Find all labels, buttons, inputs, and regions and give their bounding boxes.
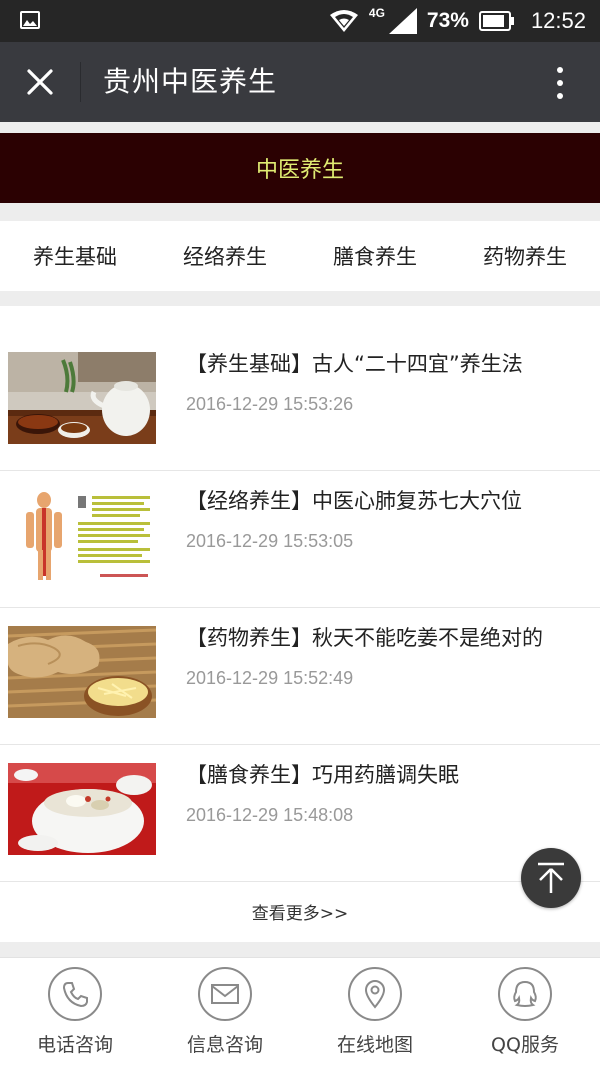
title-divider	[80, 62, 81, 102]
list-item[interactable]: 【经络养生】中医心肺复苏七大穴位 2016-12-29 15:53:05	[0, 471, 600, 608]
close-icon	[27, 69, 53, 95]
nav-label: 信息咨询	[186, 1034, 263, 1056]
banner-title: 中医养生	[255, 158, 344, 183]
article-title: 【养生基础】古人“二十四宜”养生法	[186, 352, 523, 376]
tea-set-image	[8, 352, 156, 444]
qq-icon	[498, 967, 552, 1021]
back-to-top-button[interactable]	[521, 848, 581, 908]
ginger-image	[8, 626, 156, 718]
phone-icon	[48, 967, 102, 1021]
wifi-icon	[329, 10, 358, 32]
category-tab[interactable]: 经络养生	[150, 221, 300, 291]
close-button[interactable]	[14, 58, 66, 106]
battery-icon	[478, 11, 514, 31]
category-tab[interactable]: 药物养生	[450, 221, 600, 291]
arrow-up-icon	[538, 862, 564, 893]
site-banner: 中医养生	[0, 133, 600, 203]
article-date: 2016-12-29 15:53:26	[186, 394, 354, 414]
list-item[interactable]: 【养生基础】古人“二十四宜”养生法 2016-12-29 15:53:26	[0, 334, 600, 471]
network-type-label: 4G	[368, 6, 385, 20]
nav-message[interactable]: 信息咨询	[150, 958, 300, 1067]
category-tab[interactable]: 膳食养生	[300, 221, 450, 291]
signal-icon	[388, 8, 417, 34]
list-item[interactable]: 【药物养生】秋天不能吃姜不是绝对的 2016-12-29 15:52:49	[0, 608, 600, 745]
more-menu-button[interactable]	[540, 60, 580, 106]
nav-phone[interactable]: 电话咨询	[0, 958, 150, 1067]
mail-icon	[198, 967, 252, 1021]
article-title: 【药物养生】秋天不能吃姜不是绝对的	[186, 626, 543, 650]
image-notification-icon	[20, 11, 40, 29]
article-date: 2016-12-29 15:52:49	[186, 668, 354, 688]
battery-percent: 73%	[426, 9, 469, 32]
article-list: 【养生基础】古人“二十四宜”养生法 2016-12-29 15:53:26 【经…	[0, 306, 600, 942]
article-date: 2016-12-29 15:48:08	[186, 805, 354, 825]
nav-qq[interactable]: QQ服务	[450, 958, 600, 1067]
acupoint-chart-image	[8, 490, 156, 582]
bottom-nav: 电话咨询 信息咨询 在线地图 QQ服务	[0, 957, 600, 1067]
article-title: 【经络养生】中医心肺复苏七大穴位	[186, 489, 522, 513]
list-item[interactable]: 【膳食养生】巧用药膳调失眠 2016-12-29 15:48:08	[0, 745, 600, 882]
view-more-link[interactable]: 查看更多>>	[0, 880, 600, 942]
article-date: 2016-12-29 15:53:05	[186, 531, 354, 551]
clock: 12:52	[530, 8, 586, 33]
nav-label: 在线地图	[336, 1034, 413, 1056]
category-tab[interactable]: 养生基础	[0, 221, 150, 291]
nav-map[interactable]: 在线地图	[300, 958, 450, 1067]
title-bar: 贵州中医养生	[0, 42, 600, 122]
category-nav: 养生基础 经络养生 膳食养生 药物养生	[0, 221, 600, 291]
status-bar: 4G 73% 12:52	[0, 0, 600, 42]
map-pin-icon	[348, 967, 402, 1021]
nav-label: 电话咨询	[36, 1034, 113, 1056]
article-title: 【膳食养生】巧用药膳调失眠	[186, 763, 459, 787]
nav-label: QQ服务	[491, 1034, 559, 1056]
page-title: 贵州中医养生	[103, 65, 278, 98]
soup-pot-image	[8, 763, 156, 855]
